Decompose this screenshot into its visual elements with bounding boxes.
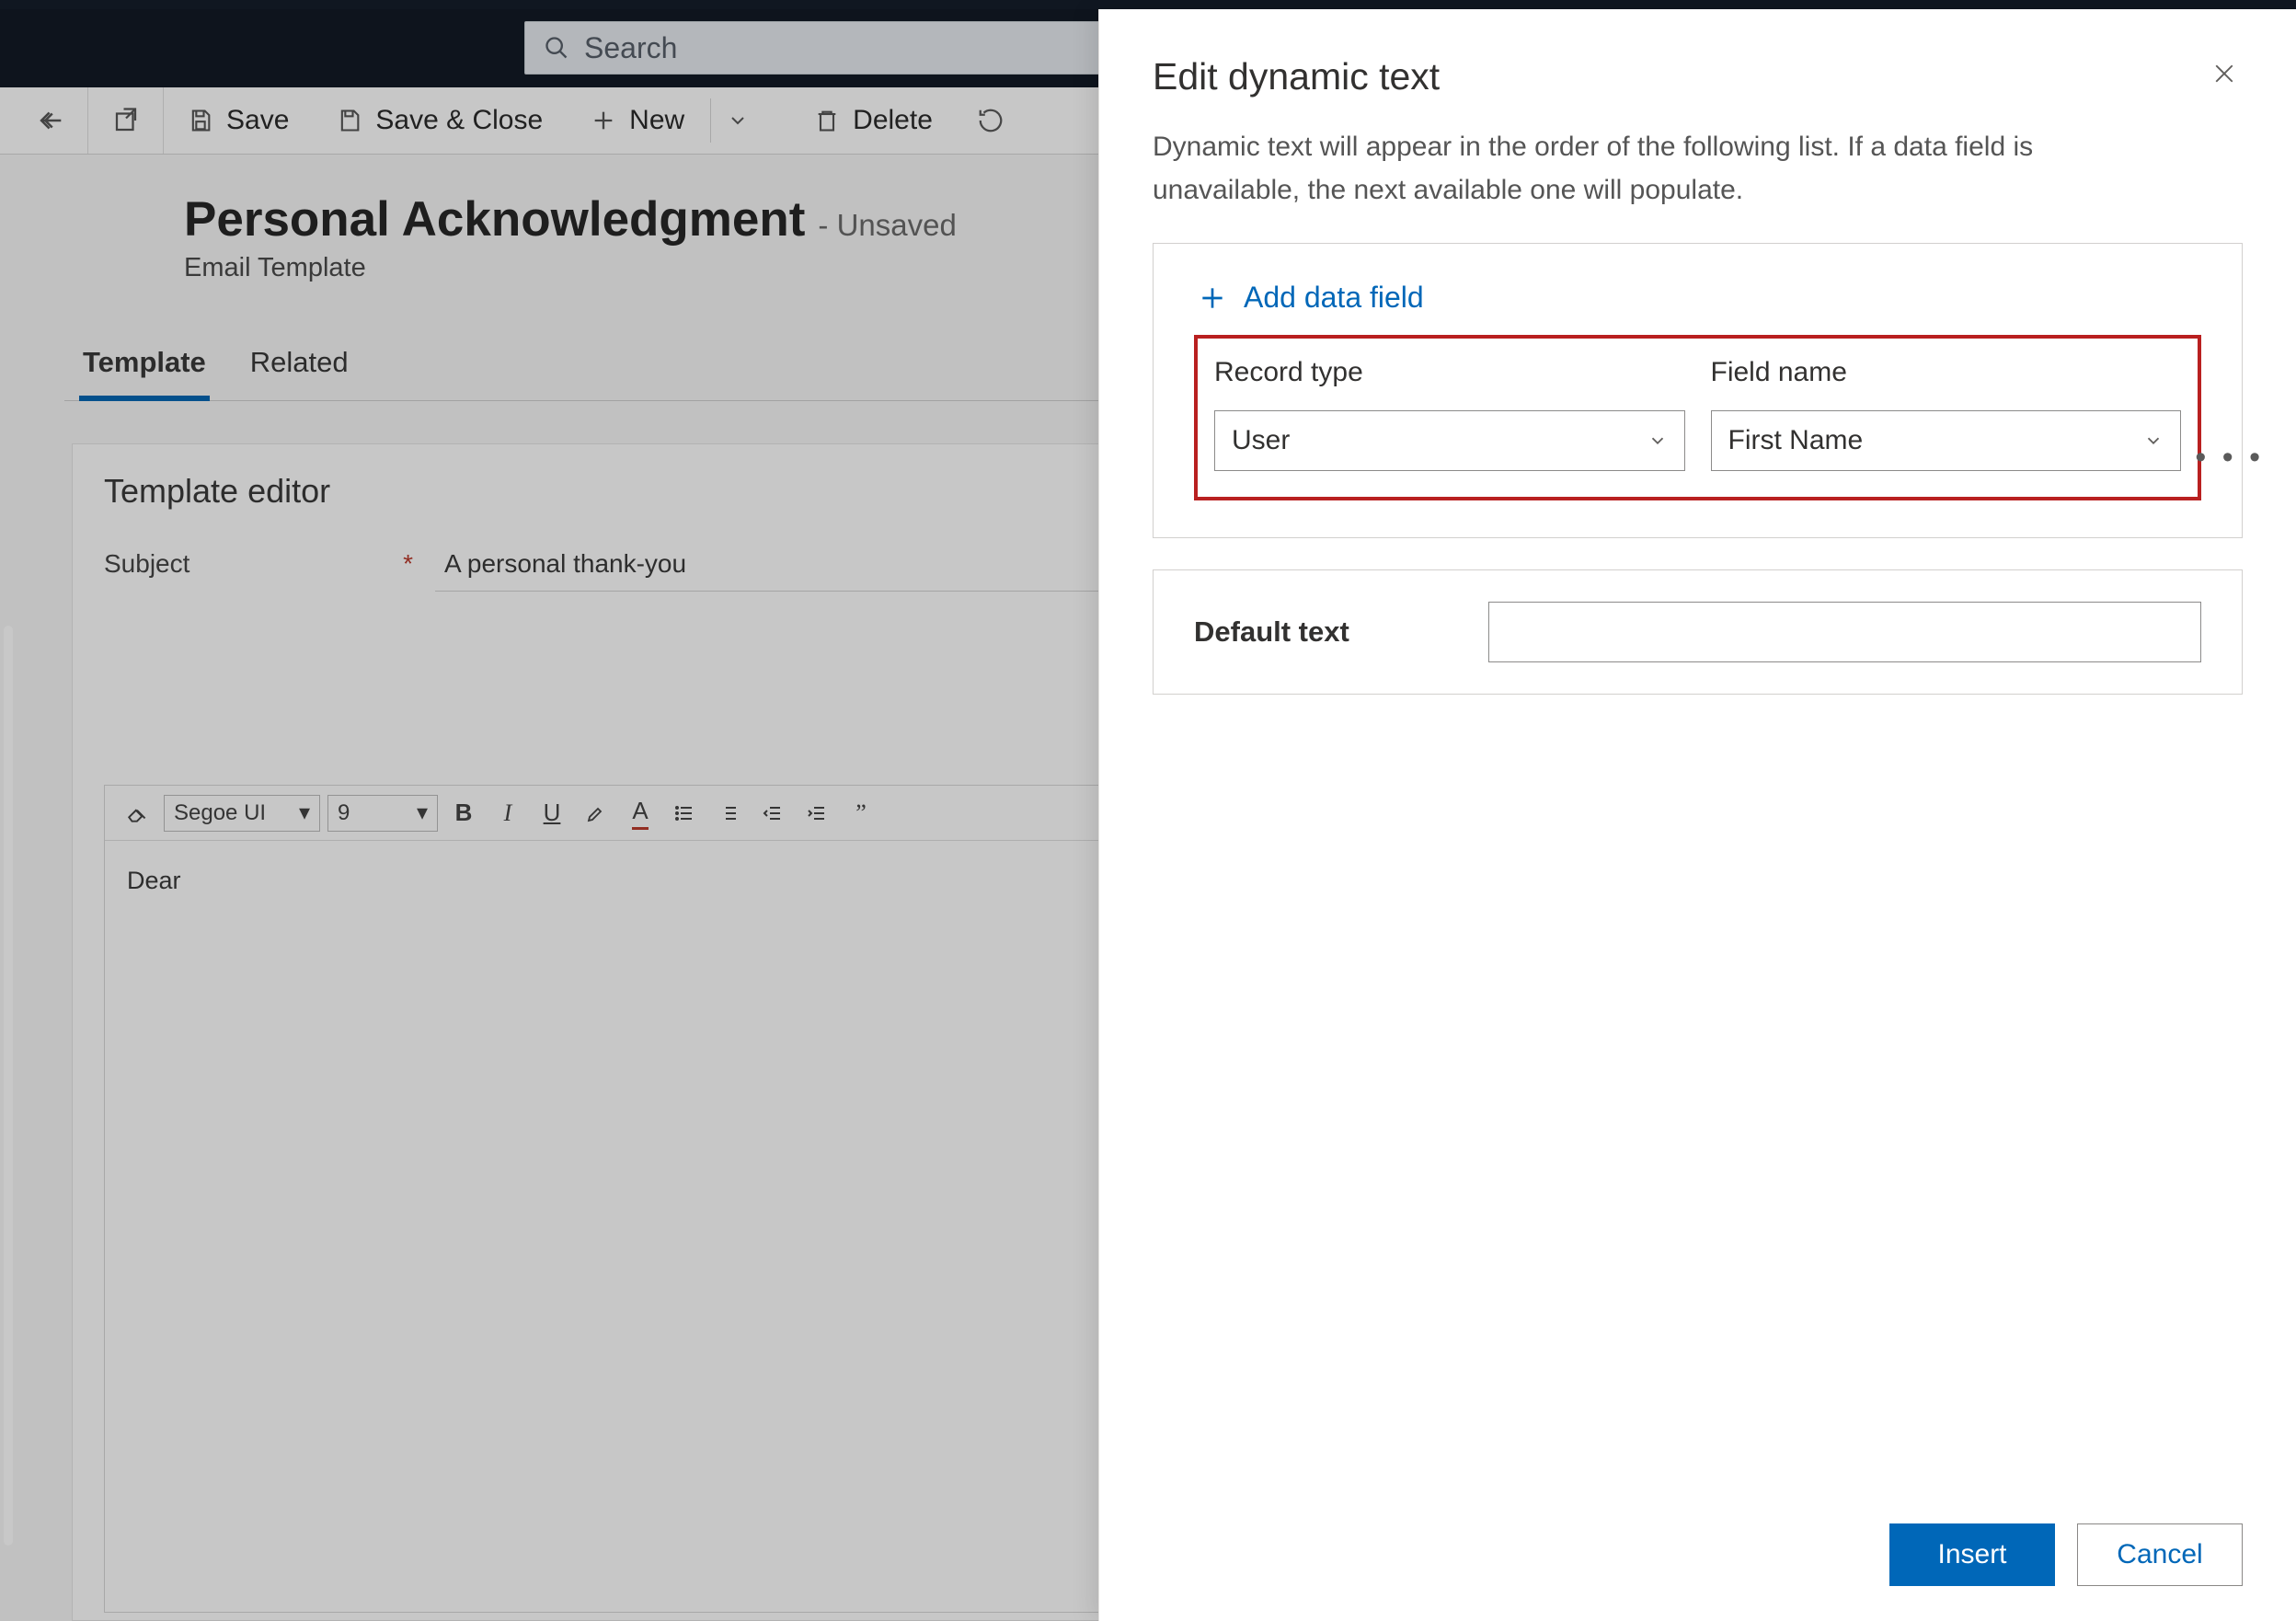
- row-more-actions-button[interactable]: • • •: [2195, 440, 2264, 476]
- record-type-value: User: [1232, 425, 1290, 456]
- insert-label: Insert: [1937, 1539, 2006, 1570]
- default-text-card: Default text: [1153, 569, 2243, 695]
- field-name-value: First Name: [1728, 425, 1864, 456]
- cancel-button[interactable]: Cancel: [2077, 1523, 2243, 1586]
- chevron-down-icon: [2143, 431, 2164, 451]
- insert-button[interactable]: Insert: [1889, 1523, 2055, 1586]
- field-name-header: Field name: [1711, 357, 2182, 388]
- close-button[interactable]: [2206, 55, 2243, 92]
- more-icon: • • •: [2195, 440, 2264, 475]
- highlighted-field-row: Record type User Field name First Name •…: [1194, 335, 2201, 500]
- field-name-dropdown[interactable]: First Name: [1711, 410, 2182, 471]
- plus-icon: [1198, 283, 1227, 313]
- record-type-dropdown[interactable]: User: [1214, 410, 1685, 471]
- record-type-header: Record type: [1214, 357, 1685, 388]
- edit-dynamic-text-panel: Edit dynamic text Dynamic text will appe…: [1098, 9, 2296, 1621]
- add-data-field-label: Add data field: [1244, 281, 1424, 315]
- panel-help-text: Dynamic text will appear in the order of…: [1153, 126, 2118, 212]
- panel-title: Edit dynamic text: [1153, 55, 1440, 98]
- chevron-down-icon: [1647, 431, 1668, 451]
- scrollbar-thumb[interactable]: [4, 626, 13, 1546]
- default-text-label: Default text: [1194, 615, 1488, 649]
- default-text-input[interactable]: [1488, 602, 2201, 662]
- data-fields-card: Add data field Record type User Field na…: [1153, 243, 2243, 538]
- close-icon: [2210, 60, 2238, 87]
- add-data-field-button[interactable]: Add data field: [1194, 271, 2201, 335]
- cancel-label: Cancel: [2117, 1539, 2202, 1570]
